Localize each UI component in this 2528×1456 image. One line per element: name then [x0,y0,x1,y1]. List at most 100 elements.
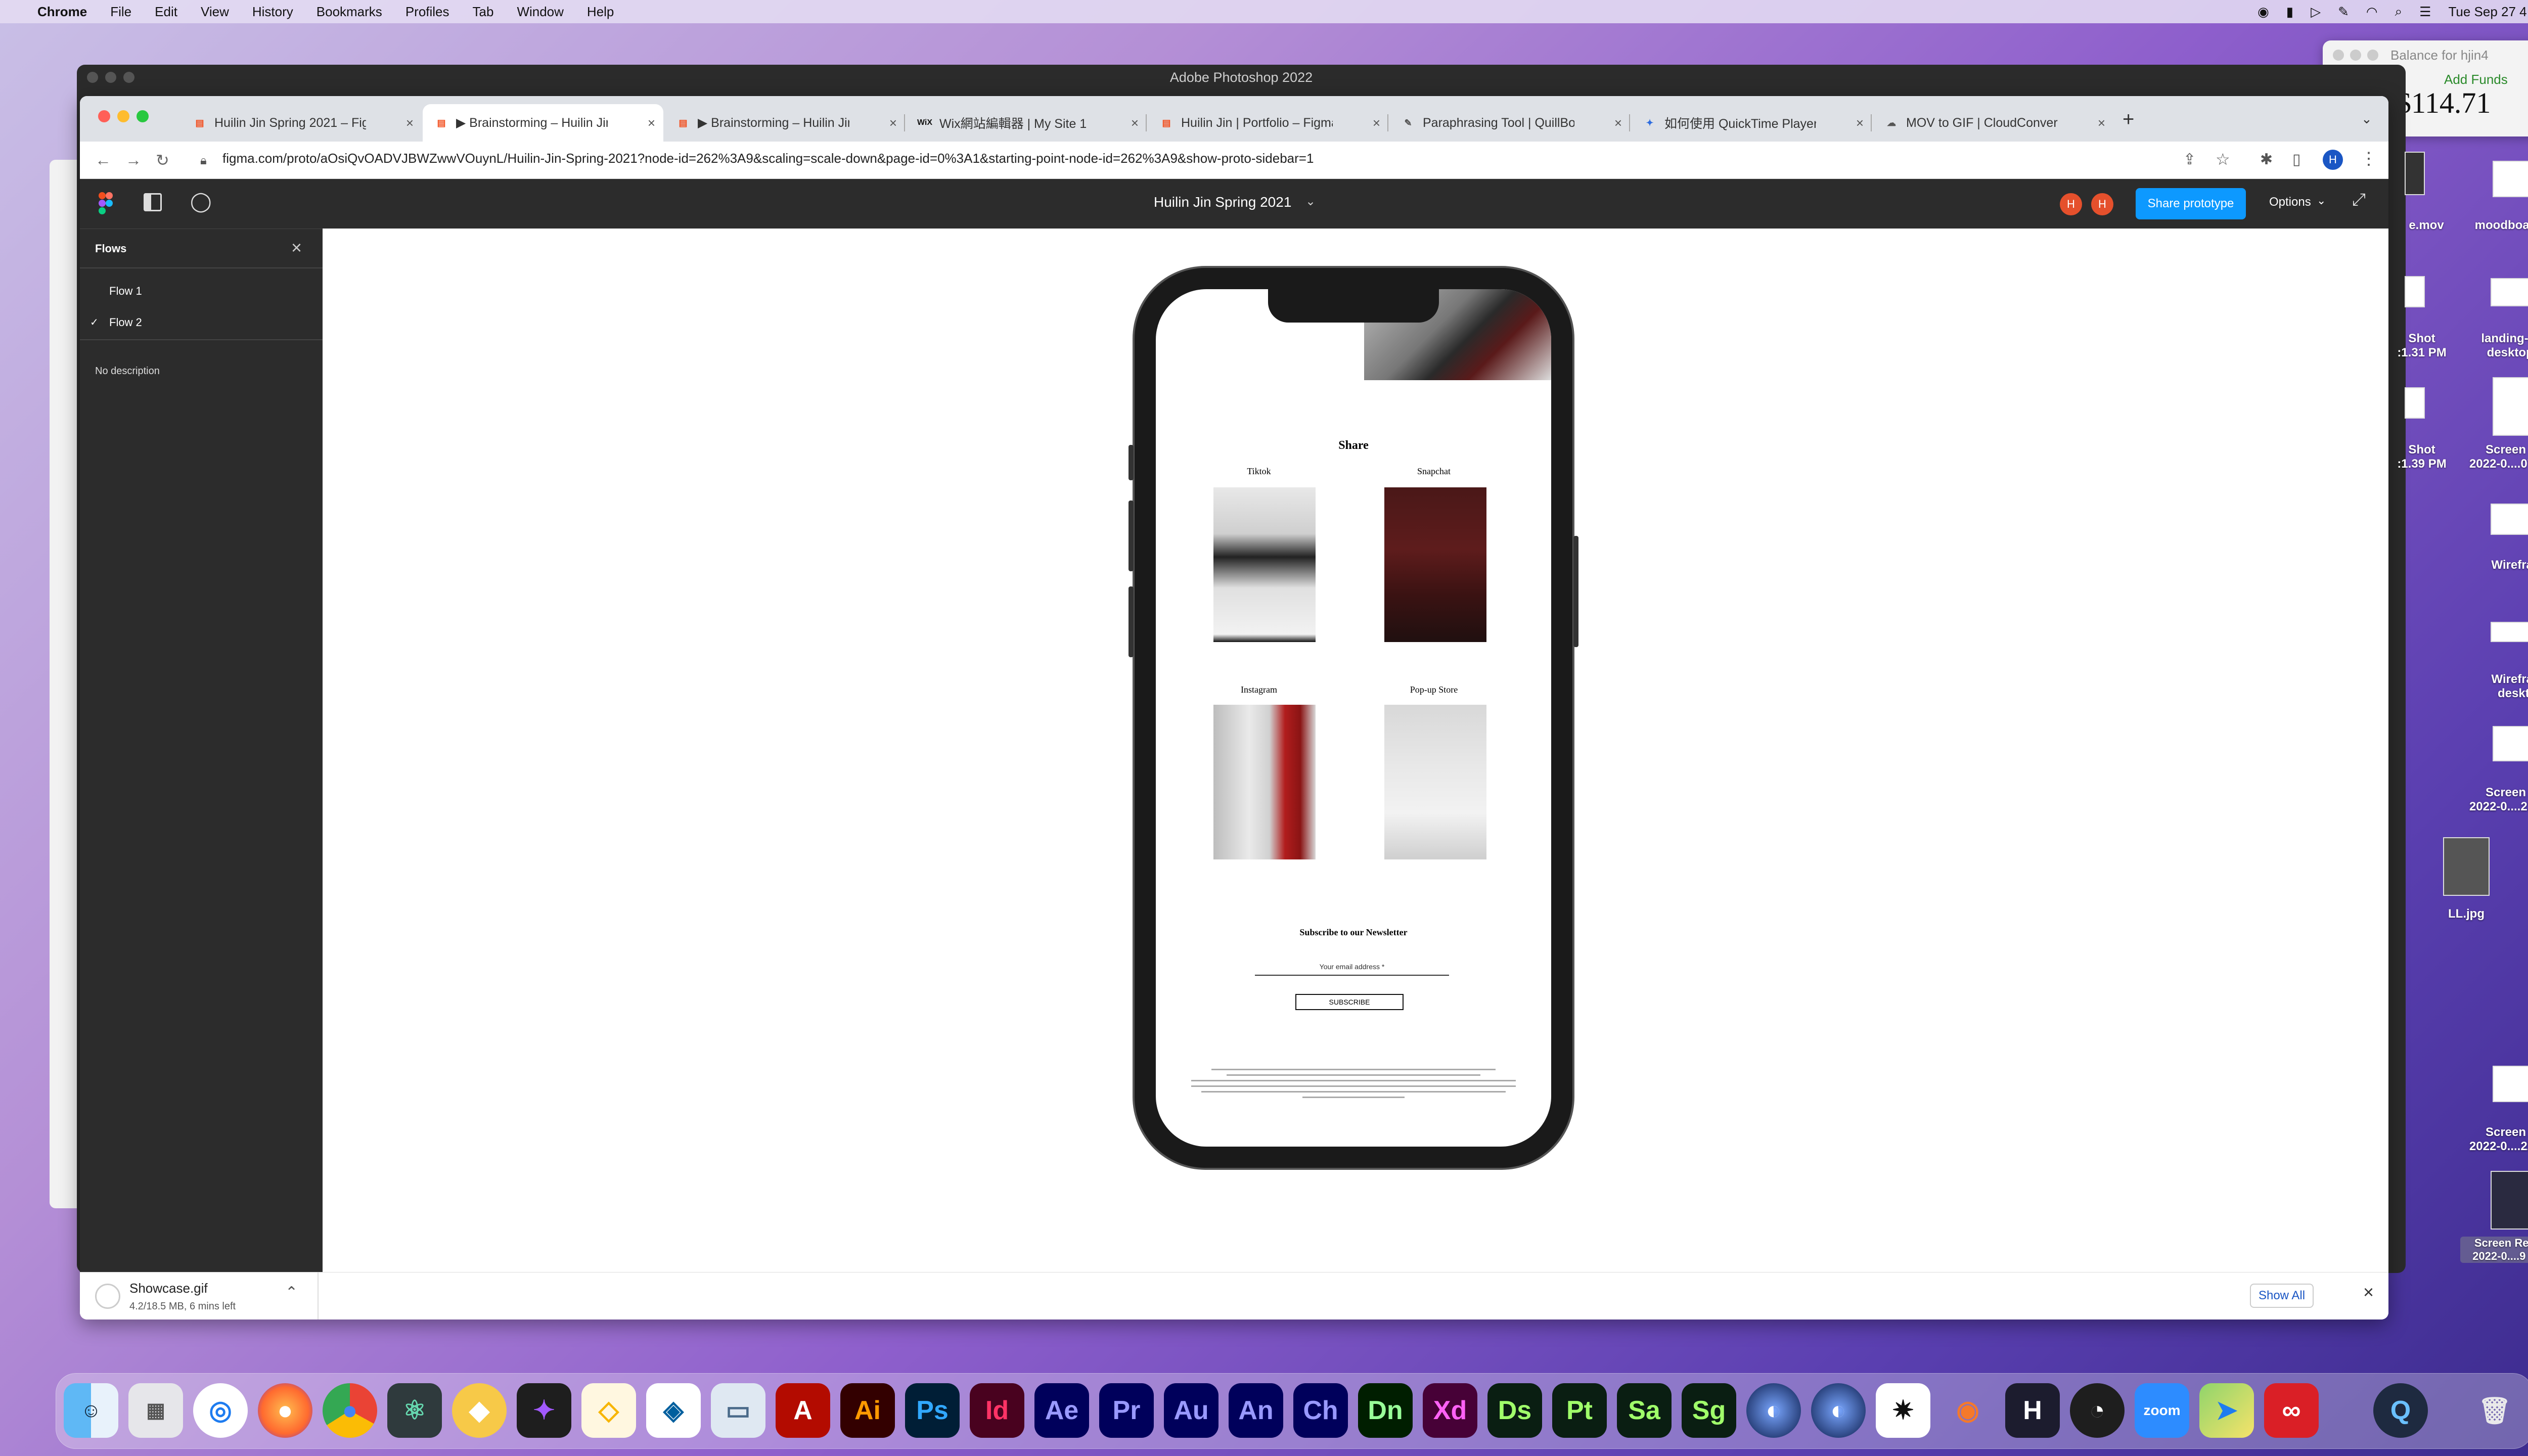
desktop-file-thumbnail[interactable] [2493,161,2528,197]
instagram-image[interactable] [1213,705,1316,859]
tab-7[interactable]: ✦ 如何使用 QuickTime Player 在 M × [1631,104,1872,142]
desktop-item-wireframe[interactable]: Wireframe [2470,558,2528,572]
tab-close-icon[interactable]: × [1856,115,1864,131]
safari-icon[interactable]: ◎ [193,1383,248,1438]
acrobat-icon[interactable]: A [776,1383,830,1438]
zoom-window-button[interactable] [137,110,149,122]
substance-stager-icon[interactable]: Sg [1682,1383,1736,1438]
spotlight-icon[interactable]: ⌕ [2395,4,2403,20]
audition-icon[interactable]: Au [1164,1383,1218,1438]
tab-3[interactable]: ▤ ▶ Brainstorming – Huilin Jin Sp × [664,104,905,142]
desktop-item-screenshot-2157[interactable]: Screen Shot 2022-0....21.57 PM [2455,786,2528,814]
tab-close-icon[interactable]: × [1614,115,1622,131]
trash-icon[interactable]: 🗑︎ [2467,1383,2522,1438]
desktop-file-thumbnail[interactable] [2491,504,2528,535]
subscribe-button[interactable]: SUBSCRIBE [1295,994,1404,1010]
minimize-window-button[interactable] [117,110,129,122]
hype-icon[interactable]: H [2005,1383,2060,1438]
bookmark-star-icon[interactable]: ☆ [2216,150,2230,169]
tab-search-chevron-icon[interactable]: ⌄ [2361,111,2372,127]
figma-app-icon[interactable]: ✦ [517,1383,571,1438]
desktop-file-thumbnail[interactable] [2405,387,2425,419]
desktop-item-screenshot-0743[interactable]: Screen Shot 2022-0....07.43 PM [2455,443,2528,471]
download-chevron-icon[interactable]: ⌃ [285,1284,298,1301]
figma-logo-icon[interactable] [98,192,113,214]
toggle-sidebar-icon[interactable] [144,193,162,211]
comment-icon[interactable]: ◯ [190,190,212,213]
dimension-icon[interactable]: Dn [1358,1383,1413,1438]
close-download-bar-icon[interactable]: × [2363,1282,2374,1303]
play-status-icon[interactable]: ▷ [2311,4,2321,20]
desktop-file-thumbnail[interactable] [2405,152,2425,195]
tab-close-icon[interactable]: × [2098,115,2105,131]
show-all-button[interactable]: Show All [2250,1284,2314,1308]
cyberduck-icon[interactable]: ◆ [452,1383,507,1438]
substance-sampler-icon[interactable]: Sa [1617,1383,1672,1438]
url-field[interactable]: figma.com/proto/aOsiQvOADVJBWZwwVOuynL/H… [222,151,1314,166]
desktop-item-wireframe-desktop[interactable]: Wireframe desktop [2470,672,2528,701]
new-tab-icon[interactable]: + [2123,108,2134,131]
indesign-icon[interactable]: Id [970,1383,1024,1438]
xd-icon[interactable]: Xd [1423,1383,1477,1438]
sketchup-icon[interactable]: ◈ [646,1383,701,1438]
tab-close-icon[interactable]: × [889,115,897,131]
desktop-file-thumbnail[interactable] [2443,837,2490,896]
cinema4d-lite-icon[interactable]: ◐ [1811,1383,1866,1438]
desktop-item-moodboard[interactable]: moodboard.png [2465,218,2528,233]
menubar-clock[interactable]: Tue Sep 27 4:51 PM [2448,4,2528,20]
tab-close-icon[interactable]: × [1131,115,1139,131]
menu-window[interactable]: Window [517,4,563,20]
tab-close-icon[interactable]: × [1373,115,1380,131]
blender-icon[interactable]: ◉ [1940,1383,1995,1438]
desktop-file-thumbnail[interactable] [2493,726,2528,761]
download-filename[interactable]: Showcase.gif [129,1281,208,1296]
photoshop-icon[interactable]: Ps [905,1383,960,1438]
zbrush-icon[interactable]: ✷ [1876,1383,1930,1438]
creative-cloud-status-icon[interactable]: ◉ [2258,4,2269,20]
forward-arrow-icon[interactable]: → [125,151,142,169]
desktop-file-thumbnail[interactable] [2493,1066,2528,1102]
desktop-item-ll-jpg[interactable]: LL.jpg [2436,907,2497,921]
desktop-file-thumbnail[interactable] [2491,278,2528,306]
close-sidebar-icon[interactable]: × [291,237,302,258]
illustrator-icon[interactable]: Ai [840,1383,895,1438]
reload-icon[interactable]: ↻ [156,151,169,170]
quicktime-icon[interactable]: Q [2373,1383,2428,1438]
tab-close-icon[interactable]: × [648,115,655,131]
preview-icon[interactable]: ▭ [711,1383,765,1438]
edit-status-icon[interactable]: ✎ [2338,4,2349,20]
menu-profiles[interactable]: Profiles [405,4,449,20]
wifi-icon[interactable]: ◠ [2366,4,2378,20]
flow-item-2[interactable]: Flow 2 [109,316,142,329]
sketch-icon[interactable]: ◇ [581,1383,636,1438]
fullscreen-icon[interactable]: ⤢ [2352,190,2366,210]
profile-avatar[interactable]: H [2323,150,2343,170]
tab-2-active[interactable]: ▤ ▶ Brainstorming – Huilin Jin Sp × [423,104,663,142]
flow-item-1[interactable]: Flow 1 [109,285,142,298]
tab-close-icon[interactable]: × [406,115,414,131]
options-dropdown[interactable]: Options [2269,195,2311,209]
collaborator-avatar[interactable]: H [2060,193,2082,215]
popup-store-image[interactable] [1384,705,1486,859]
share-page-icon[interactable]: ⇪ [2183,151,2196,168]
atom-icon[interactable]: ⚛ [387,1383,442,1438]
cinema4d-icon[interactable]: ◐ [1746,1383,1801,1438]
creative-cloud-icon[interactable]: ∞ [2264,1383,2319,1438]
menu-file[interactable]: File [110,4,131,20]
email-input[interactable]: Your email address * [1255,963,1449,976]
desktop-item-screenshot-2210[interactable]: Screen Shot 2022-0....22.10 PM [2455,1125,2528,1154]
tiktok-image[interactable] [1213,487,1316,642]
close-window-button[interactable] [98,110,110,122]
finder-icon[interactable]: ☺ [64,1383,118,1438]
menu-help[interactable]: Help [587,4,614,20]
add-funds-link[interactable]: Add Funds [2444,72,2508,87]
after-effects-icon[interactable]: Ae [1034,1383,1089,1438]
collaborator-avatar[interactable]: H [2091,193,2113,215]
desktop-file-thumbnail[interactable] [2491,1171,2528,1230]
desktop-item-landing-page[interactable]: landing-page- desktop.jpg [2460,332,2528,360]
back-arrow-icon[interactable]: ← [95,151,111,169]
desktop-file-thumbnail[interactable] [2405,276,2425,307]
firefox-icon[interactable]: ● [258,1383,312,1438]
menu-edit[interactable]: Edit [155,4,177,20]
desktop-item-shot-1[interactable]: Shot :1.31 PM [2391,332,2452,360]
